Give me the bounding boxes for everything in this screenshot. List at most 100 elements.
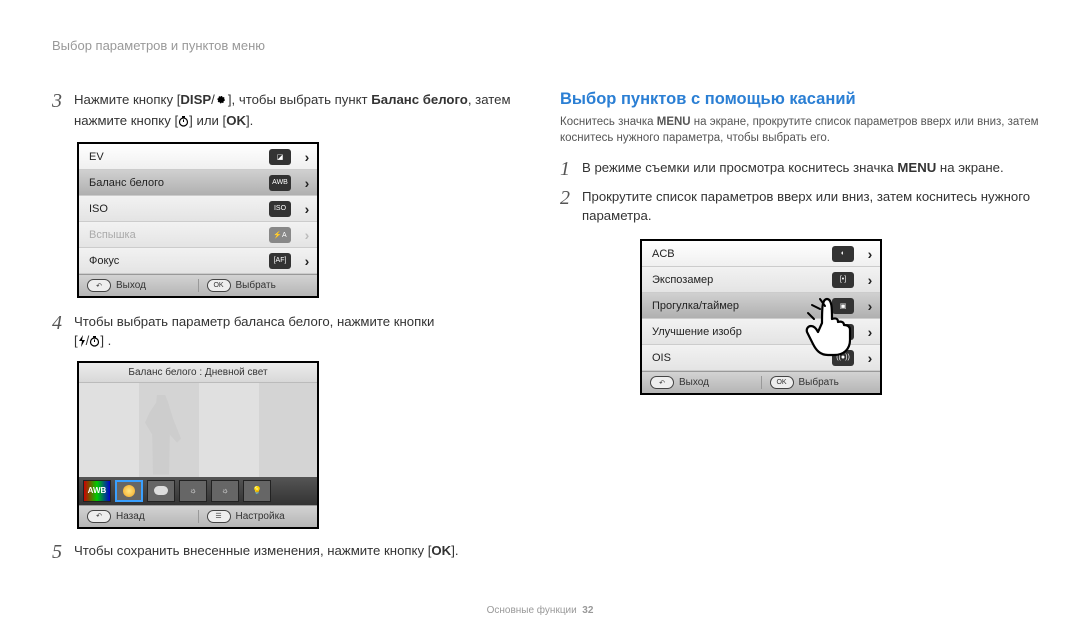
footer-label: Выход [116,280,146,291]
chevron-right-icon: › [860,272,880,288]
back-pill-icon: ↶ [87,510,111,523]
wb-preview [79,383,317,477]
back-pill-icon: ↶ [650,376,674,389]
camera-wb-screen: Баланс белого : Дневной свет AWB ☼ ☼ 💡 ↶… [77,361,319,529]
menu-list: EV ◪ › Баланс белого AWB › ISO ISO › Всп… [79,144,317,274]
iso-icon: ISO [269,201,291,217]
camera-footer: ↶ Назад ☰ Настройка [79,505,317,527]
text: ] или [ [189,113,226,128]
menu-row-iso[interactable]: ISO ISO › [79,196,317,222]
chevron-right-icon: › [860,324,880,340]
step-number: 4 [52,312,74,334]
column-left: 3 Нажмите кнопку [DISP/], чтобы выбрать … [52,90,522,570]
footer-label: Настройка [236,511,285,522]
wb-thumbnails: AWB ☼ ☼ 💡 [79,477,317,505]
footer-label: Выход [679,377,709,388]
menu-label: Экспозамер [642,274,832,286]
ok-pill: OK [770,376,794,389]
menu-row-ev[interactable]: EV ◪ › [79,144,317,170]
step-2r-text: Прокрутите список параметров вверх или в… [582,187,1040,225]
wb-thumb-fluor-h[interactable]: ☼ [179,480,207,502]
step-5: 5 Чтобы сохранить внесенные изменения, н… [52,541,522,563]
footer-select[interactable]: OK Выбрать [762,376,881,389]
text: Чтобы выбрать параметр баланса белого, н… [74,314,434,329]
step-3: 3 Нажмите кнопку [DISP/], чтобы выбрать … [52,90,522,132]
awb-icon: AWB [269,175,291,191]
af-icon: [AF] [269,253,291,269]
menu-label: MENU [897,160,936,175]
back-pill-icon: ↶ [87,279,111,292]
text: на экране. [936,160,1003,175]
ev-icon: ◪ [269,149,291,165]
text: Коснитесь значка [560,116,657,128]
page-number: 32 [582,605,593,616]
acb-icon: ◐ [832,246,854,262]
step-number: 5 [52,541,74,563]
footer-set[interactable]: ☰ Настройка [199,510,318,523]
ok-pill: OK [207,279,231,292]
step-number: 3 [52,90,74,112]
ok-label: OK [226,113,246,128]
text: ], чтобы выбрать пункт [228,92,371,107]
wb-thumb-cloudy[interactable] [147,480,175,502]
wb-thumb-awb[interactable]: AWB [83,480,111,502]
hand-pointer-icon [802,289,860,357]
footer-back[interactable]: ↶ Назад [79,510,199,523]
menu-label: EV [79,151,269,163]
step-1r-text: В режиме съемки или просмотра коснитесь … [582,158,1004,177]
flower-icon [215,92,228,111]
menu-label: ISO [79,203,269,215]
menu-label: Фокус [79,255,269,267]
disp-label: DISP [180,92,211,107]
step-number: 2 [560,187,582,209]
chevron-right-icon: › [860,246,880,262]
wb-thumb-daylight[interactable] [115,480,143,502]
menu-row-acb[interactable]: ACB ◐ › [642,241,880,267]
footer-text: Основные функции [487,605,577,616]
menu-label: Баланс белого [79,177,269,189]
text: ]. [246,113,253,128]
chevron-right-icon: › [297,227,317,243]
menu-row-wb[interactable]: Баланс белого AWB › [79,170,317,196]
step-number: 1 [560,158,582,180]
camera-footer: ↶ Выход OK Выбрать [642,371,880,393]
chevron-right-icon: › [860,350,880,366]
menu-pill-icon: ☰ [207,510,231,523]
step-3-text: Нажмите кнопку [DISP/], чтобы выбрать пу… [74,90,522,132]
flash-icon: ⚡A [269,227,291,243]
section-subtext: Коснитесь значка MENU на экране, прокрут… [560,114,1040,146]
step-4: 4 Чтобы выбрать параметр баланса белого,… [52,312,522,352]
footer-select[interactable]: OK Выбрать [199,279,318,292]
wb-thumb-fluor-l[interactable]: ☼ [211,480,239,502]
footer-label: Выбрать [236,280,276,291]
menu-row-flash: Вспышка ⚡A › [79,222,317,248]
menu-label: MENU [657,116,691,128]
chevron-right-icon: › [297,253,317,269]
menu-label: Вспышка [79,229,269,241]
wb-title: Баланс белого : Дневной свет [79,363,317,383]
footer-exit[interactable]: ↶ Выход [79,279,199,292]
page-footer: Основные функции 32 [0,605,1080,616]
step-2r: 2 Прокрутите список параметров вверх или… [560,187,1040,225]
footer-label: Выбрать [799,377,839,388]
section-title: Выбор пунктов с помощью касаний [560,90,1040,109]
camera-touch-screen: ACB ◐ › Экспозамер [•] › Прогулка/таймер… [640,239,882,395]
step-5-text: Чтобы сохранить внесенные изменения, наж… [74,541,459,560]
column-right: Выбор пунктов с помощью касаний Коснитес… [560,90,1040,395]
chevron-right-icon: › [860,298,880,314]
chevron-right-icon: › [297,201,317,217]
text: ]. [451,543,458,558]
footer-label: Назад [116,511,145,522]
text: Чтобы сохранить внесенные изменения, наж… [74,543,431,558]
menu-label: ACB [642,248,832,260]
timer-icon [178,113,189,132]
meter-icon: [•] [832,272,854,288]
step-1r: 1 В режиме съемки или просмотра коснитес… [560,158,1040,180]
step-4-text: Чтобы выбрать параметр баланса белого, н… [74,312,434,352]
text: ] . [100,333,111,348]
menu-row-focus[interactable]: Фокус [AF] › [79,248,317,274]
footer-exit[interactable]: ↶ Выход [642,376,762,389]
wb-thumb-tungsten[interactable]: 💡 [243,480,271,502]
ok-label: OK [431,543,451,558]
timer-icon [89,333,100,352]
